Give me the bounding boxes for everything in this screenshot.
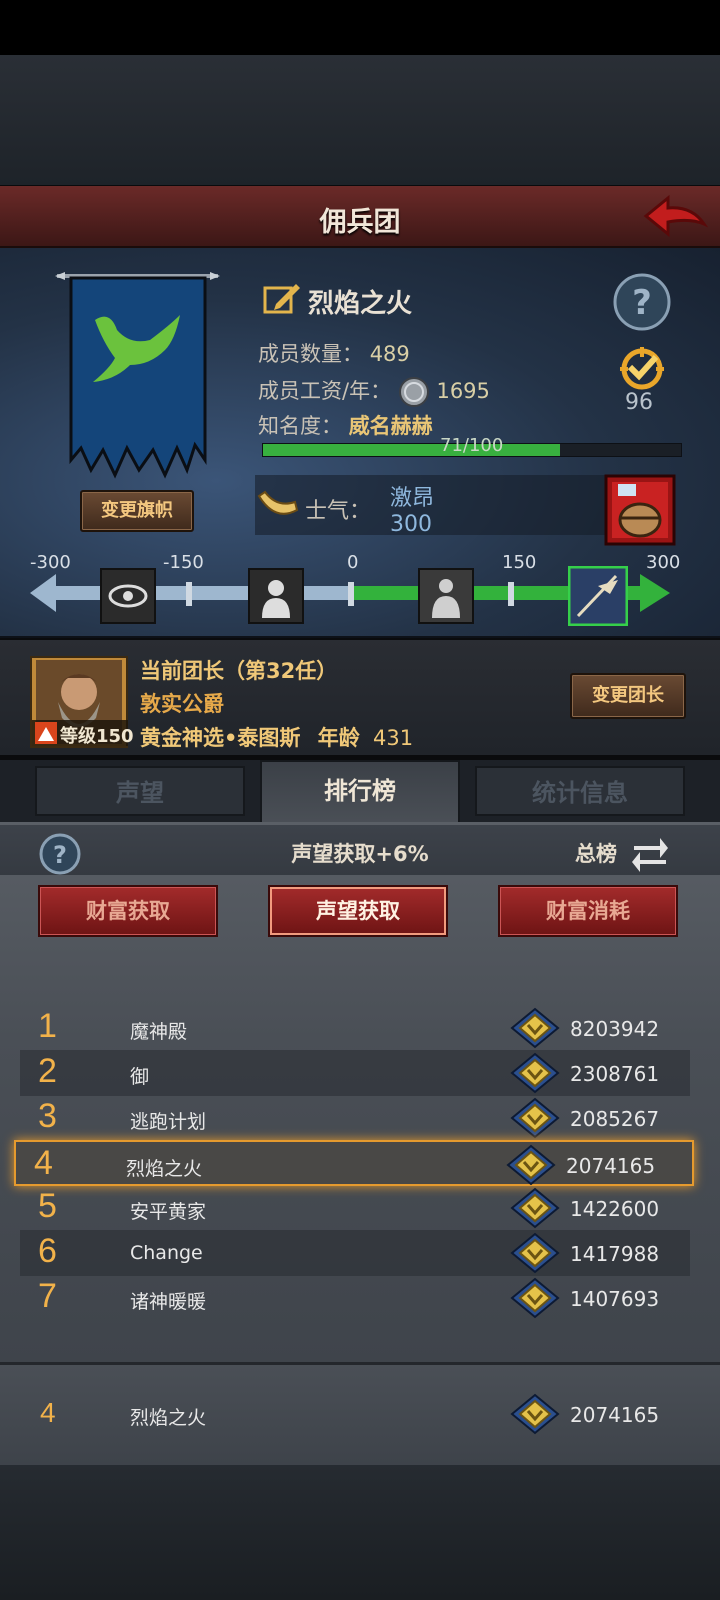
score-cell: 2085267 (570, 1107, 660, 1131)
salary-label: 成员工资/年： (258, 379, 392, 403)
score-cell: 8203942 (570, 1017, 660, 1041)
back-arrow-icon[interactable] (640, 190, 710, 242)
status-bar-area (0, 0, 720, 55)
scale-tick-4: 300 (646, 552, 681, 573)
prestige-medal-icon (510, 1052, 560, 1094)
table-row[interactable]: 5 安平黄家 1422600 (20, 1185, 690, 1231)
guild-name-cell: 逃跑计划 (130, 1111, 207, 1133)
table-row[interactable]: 1 魔神殿 8203942 (20, 1005, 690, 1051)
fame-value: 威名赫赫 (348, 414, 433, 438)
scale-tick-2: 0 (347, 552, 359, 573)
fame-progress-fill (263, 444, 560, 456)
prestige-medal-icon (510, 1393, 560, 1435)
table-row[interactable]: 3 逃跑计划 2085267 (20, 1095, 690, 1141)
prestige-badge-icon[interactable] (612, 345, 672, 395)
table-row[interactable]: 4 烈焰之火 2074165 (14, 1140, 694, 1186)
leader-info-line: 黄金神选•泰图斯 年龄 431 (140, 722, 413, 752)
fame-line: 知名度： 威名赫赫 (258, 410, 433, 440)
leader-name: 黄金神选•泰图斯 (140, 726, 301, 750)
guild-name-cell: 安平黄家 (130, 1201, 207, 1223)
table-row[interactable]: 6 Change 1417988 (20, 1230, 690, 1276)
grief-morale-icon[interactable] (248, 568, 304, 624)
leader-rank-title: 敦实公爵 (140, 692, 224, 716)
guild-name: 烈焰之火 (308, 289, 413, 319)
scale-tick-1: -150 (163, 552, 204, 573)
morale-value: 300 (390, 512, 432, 537)
morale-state: 激昂 (390, 486, 435, 511)
tab-ranking[interactable]: 排行榜 (260, 760, 460, 822)
rank-number: 2 (38, 1052, 57, 1090)
category-prestige-gain-button[interactable]: 声望获取 (268, 885, 448, 937)
swap-icon[interactable] (630, 834, 670, 872)
change-banner-button[interactable]: 变更旗帜 (80, 490, 194, 532)
category-wealth-spend-button[interactable]: 财富消耗 (498, 885, 678, 937)
salary-line: 成员工资/年： 1695 (258, 375, 490, 408)
prestige-medal-icon (510, 1277, 560, 1319)
prestige-medal-icon (510, 1097, 560, 1139)
tab-statistics[interactable]: 统计信息 (475, 766, 685, 816)
score-cell: 1417988 (570, 1242, 660, 1266)
guild-name-cell: Change (130, 1242, 203, 1264)
salary-value: 1695 (436, 379, 490, 403)
ranking-scope-label[interactable]: 总榜 (575, 838, 617, 868)
rank-number: 5 (38, 1187, 57, 1225)
guild-name-cell: 魔神殿 (130, 1021, 188, 1043)
prestige-medal-icon (506, 1144, 556, 1186)
guild-name-cell: 诸神暖暖 (130, 1291, 207, 1313)
table-row[interactable]: 2 御 2308761 (20, 1050, 690, 1096)
score-cell: 1422600 (570, 1197, 660, 1221)
silver-coin-icon (398, 377, 429, 407)
scale-tick-0: -300 (30, 552, 71, 573)
page-title: 佣兵团 (319, 207, 401, 238)
inspired-morale-icon[interactable] (568, 566, 628, 626)
tab-prestige[interactable]: 声望 (35, 766, 245, 816)
svg-text:?: ? (632, 283, 652, 323)
prestige-medal-icon (510, 1187, 560, 1229)
title-bar: 佣兵团 (0, 186, 720, 248)
leader-age-label: 年龄 (317, 726, 360, 750)
my-score: 2074165 (570, 1403, 660, 1427)
table-row[interactable]: 7 诸神暖暖 1407693 (20, 1275, 690, 1321)
rank-number: 6 (38, 1232, 57, 1270)
rank-flag-icon (35, 722, 57, 744)
prestige-medal-icon (510, 1007, 560, 1049)
rank-number: 3 (38, 1097, 57, 1135)
barrel-event-icon[interactable] (604, 474, 676, 546)
calm-morale-icon[interactable] (418, 568, 474, 624)
edit-icon[interactable] (262, 280, 302, 316)
change-leader-button[interactable]: 变更团长 (570, 673, 686, 719)
members-value: 489 (369, 342, 410, 366)
scale-tick-3: 150 (502, 552, 537, 573)
score-cell: 2074165 (566, 1154, 656, 1178)
score-cell: 1407693 (570, 1287, 660, 1311)
background-lower (0, 1465, 720, 1600)
fame-label: 知名度： (258, 414, 342, 438)
members-label: 成员数量： (258, 342, 363, 366)
my-rank: 4 (40, 1397, 56, 1428)
rank-number: 4 (34, 1144, 53, 1182)
category-wealth-gain-button[interactable]: 财富获取 (38, 885, 218, 937)
guild-name-cell: 御 (130, 1066, 150, 1088)
background-upper (0, 55, 720, 185)
tab-bar: 声望 排行榜 统计信息 (0, 760, 720, 822)
eye-morale-icon[interactable] (100, 568, 156, 624)
leader-level: 等级150 (60, 726, 134, 747)
rank-number: 1 (38, 1007, 57, 1045)
rank-number: 7 (38, 1277, 57, 1315)
leader-age-value: 431 (373, 726, 414, 750)
my-guild-name: 烈焰之火 (130, 1407, 207, 1429)
prestige-badge-value: 96 (625, 390, 653, 415)
guild-banner-icon (55, 272, 220, 479)
leader-title: 当前团长（第32任） (140, 659, 338, 683)
morale-label: 士气： (305, 499, 372, 524)
score-cell: 2308761 (570, 1062, 660, 1086)
members-line: 成员数量： 489 (258, 338, 410, 368)
prestige-medal-icon (510, 1232, 560, 1274)
help-icon[interactable]: ? (612, 272, 672, 332)
horn-icon (257, 490, 299, 515)
fame-progress-text: 71/100 (440, 435, 504, 456)
my-ranking-row[interactable]: 4 烈焰之火 2074165 (0, 1362, 720, 1465)
guild-name-cell: 烈焰之火 (126, 1158, 203, 1180)
